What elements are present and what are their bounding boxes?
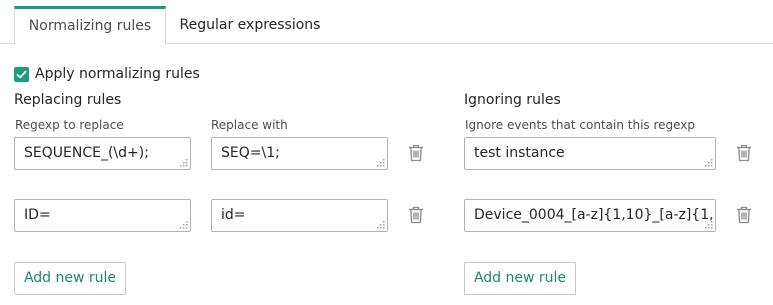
replace-with-input[interactable]: SEQ=\1;: [211, 137, 388, 170]
ignore-regexp-label: Ignore events that contain this regexp: [465, 118, 696, 132]
add-replacing-rule-button[interactable]: Add new rule: [14, 262, 126, 295]
resize-grip-icon[interactable]: [377, 159, 385, 167]
apply-normalizing-rules-checkbox[interactable]: [14, 66, 29, 82]
replace-regexp-value: SEQUENCE_(\d+);: [24, 145, 149, 161]
delete-ignoring-rule-trash-icon[interactable]: [736, 206, 752, 224]
resize-grip-icon[interactable]: [180, 159, 188, 167]
replace-regexp-value: ID=: [24, 207, 51, 223]
replace-with-value: SEQ=\1;: [221, 145, 280, 161]
replace-regexp-input[interactable]: SEQUENCE_(\d+);: [14, 137, 191, 170]
delete-replacing-rule-trash-icon[interactable]: [408, 144, 424, 162]
tab-regular-expressions[interactable]: Regular expressions: [172, 6, 328, 45]
resize-grip-icon[interactable]: [180, 221, 188, 229]
regexp-to-replace-label: Regexp to replace: [15, 118, 124, 132]
delete-replacing-rule-trash-icon[interactable]: [408, 206, 424, 224]
replace-with-input[interactable]: id=: [211, 199, 388, 232]
apply-normalizing-rules-row[interactable]: Apply normalizing rules: [14, 65, 200, 83]
replace-with-value: id=: [221, 207, 246, 223]
tab-normalizing-rules[interactable]: Normalizing rules: [14, 6, 166, 45]
resize-grip-icon[interactable]: [705, 159, 713, 167]
tab-bar: Normalizing rules Regular expressions: [0, 0, 773, 45]
ignoring-rules-title: Ignoring rules: [464, 92, 561, 108]
resize-grip-icon[interactable]: [705, 221, 713, 229]
add-ignoring-rule-button[interactable]: Add new rule: [464, 262, 576, 295]
replace-regexp-input[interactable]: ID=: [14, 199, 191, 232]
resize-grip-icon[interactable]: [377, 221, 385, 229]
apply-normalizing-rules-label: Apply normalizing rules: [35, 66, 200, 82]
replacing-rules-title: Replacing rules: [14, 92, 122, 108]
ignore-regexp-input[interactable]: test instance: [464, 137, 716, 170]
check-icon: [16, 70, 27, 78]
ignore-regexp-value: test instance: [474, 145, 565, 161]
delete-ignoring-rule-trash-icon[interactable]: [736, 144, 752, 162]
ignore-regexp-input[interactable]: Device_0004_[a-z]{1,10}_[a-z]{1,10}: [464, 199, 716, 232]
ignore-regexp-value: Device_0004_[a-z]{1,10}_[a-z]{1,10}: [474, 207, 716, 223]
replace-with-label: Replace with: [211, 118, 288, 132]
